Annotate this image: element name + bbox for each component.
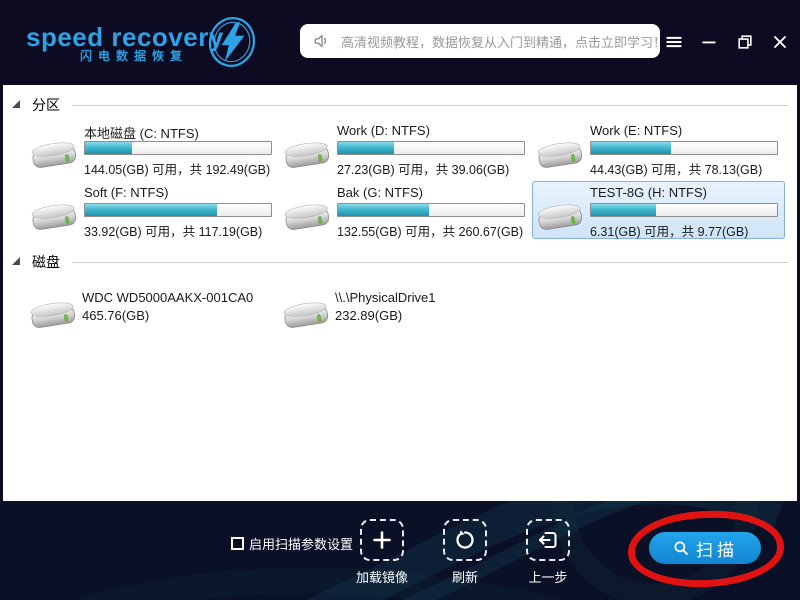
usage-bar-fill <box>85 142 132 154</box>
scan-settings-checkbox[interactable]: 启用扫描参数设置 <box>231 534 353 553</box>
partition-name: Bak (G: NTFS) <box>337 185 423 200</box>
hard-drive-icon <box>28 198 80 236</box>
usage-bar-fill <box>591 204 656 216</box>
logo-subtitle: 闪电数据恢复 <box>80 47 188 64</box>
menu-button[interactable] <box>662 30 686 54</box>
usage-bar-fill <box>591 142 671 154</box>
partition-name: Work (D: NTFS) <box>337 123 430 138</box>
back-label: 上一步 <box>516 567 580 586</box>
scan-button-label: 扫描 <box>696 536 738 561</box>
partition-name: 本地磁盘 (C: NTFS) <box>84 123 199 142</box>
hard-drive-icon <box>280 296 332 334</box>
disks-section-title: 磁盘 <box>32 252 60 272</box>
hard-drive-icon <box>27 296 79 334</box>
hard-drive-icon <box>281 136 333 174</box>
speaker-icon <box>312 31 332 51</box>
disk-name: \\.\PhysicalDrive1 <box>335 290 435 305</box>
minimize-icon <box>699 32 719 52</box>
disk-size: 232.89(GB) <box>335 308 402 323</box>
partition-item-c[interactable]: 本地磁盘 (C: NTFS) 144.05(GB) 可用，共 192.49(GB… <box>26 119 279 177</box>
partition-usage-bar <box>337 203 525 217</box>
partition-item-e[interactable]: Work (E: NTFS) 44.43(GB) 可用，共 78.13(GB) <box>532 119 785 177</box>
partition-info: 44.43(GB) 可用，共 78.13(GB) <box>590 159 762 178</box>
refresh-button[interactable]: 刷新 <box>433 519 497 586</box>
disk-item-0[interactable]: WDC WD5000AAKX-001CA0 465.76(GB) <box>26 286 279 334</box>
partition-info: 33.92(GB) 可用，共 117.19(GB) <box>84 221 262 240</box>
promo-banner-text: 高清视频教程，数据恢复从入门到精通，点击立即学习！ <box>341 32 666 51</box>
close-icon <box>770 32 790 52</box>
minimize-button[interactable] <box>697 30 721 54</box>
plus-icon <box>360 519 404 561</box>
partition-usage-bar <box>84 141 272 155</box>
hamburger-icon <box>664 32 684 52</box>
back-button[interactable]: 上一步 <box>516 519 580 586</box>
restore-button[interactable] <box>733 30 757 54</box>
partition-info: 6.31(GB) 可用，共 9.77(GB) <box>590 221 748 240</box>
partition-name: Soft (F: NTFS) <box>84 185 169 200</box>
hard-drive-icon <box>534 136 586 174</box>
scan-settings-label: 启用扫描参数设置 <box>249 534 353 553</box>
refresh-icon <box>443 519 487 561</box>
app-window: speed recovery 闪电数据恢复 高清视频教程，数据恢复从入门到精通，… <box>0 0 800 600</box>
load-image-label: 加载镜像 <box>350 567 414 586</box>
partition-info: 144.05(GB) 可用，共 192.49(GB) <box>84 159 270 178</box>
partition-item-g[interactable]: Bak (G: NTFS) 132.55(GB) 可用，共 260.67(GB) <box>279 181 532 239</box>
hard-drive-icon <box>28 136 80 174</box>
partition-usage-bar <box>84 203 272 217</box>
back-arrow-icon <box>526 519 570 561</box>
partition-item-h-selected[interactable]: TEST-8G (H: NTFS) 6.31(GB) 可用，共 9.77(GB) <box>532 181 785 239</box>
partitions-section-title: 分区 <box>32 95 60 115</box>
refresh-label: 刷新 <box>433 567 497 586</box>
partition-info: 132.55(GB) 可用，共 260.67(GB) <box>337 221 523 240</box>
partitions-section-header: 分区 <box>12 95 788 115</box>
section-divider <box>72 105 788 106</box>
expander-triangle-icon[interactable] <box>12 100 20 108</box>
hard-drive-icon <box>281 198 333 236</box>
partition-item-d[interactable]: Work (D: NTFS) 27.23(GB) 可用，共 39.06(GB) <box>279 119 532 177</box>
partition-name: Work (E: NTFS) <box>590 123 682 138</box>
hard-drive-icon <box>534 198 586 236</box>
section-divider <box>72 262 788 263</box>
usage-bar-fill <box>338 142 394 154</box>
usage-bar-fill <box>338 204 429 216</box>
disk-name: WDC WD5000AAKX-001CA0 <box>82 290 253 305</box>
restore-icon <box>735 32 755 52</box>
magnifier-icon <box>672 539 690 557</box>
expander-triangle-icon[interactable] <box>12 257 20 265</box>
scan-button[interactable]: 扫描 <box>649 532 761 564</box>
window-controls <box>662 30 792 54</box>
disks-section-header: 磁盘 <box>12 252 788 272</box>
usage-bar-fill <box>85 204 217 216</box>
partition-usage-bar <box>590 141 778 155</box>
lightning-bolt-icon <box>206 16 258 68</box>
partition-usage-bar <box>590 203 778 217</box>
load-image-button[interactable]: 加载镜像 <box>350 519 414 586</box>
partition-info: 27.23(GB) 可用，共 39.06(GB) <box>337 159 509 178</box>
partition-item-f[interactable]: Soft (F: NTFS) 33.92(GB) 可用，共 117.19(GB) <box>26 181 279 239</box>
partition-name: TEST-8G (H: NTFS) <box>590 185 707 200</box>
promo-banner[interactable]: 高清视频教程，数据恢复从入门到精通，点击立即学习！ <box>300 24 660 58</box>
close-button[interactable] <box>768 30 792 54</box>
disk-item-1[interactable]: \\.\PhysicalDrive1 232.89(GB) <box>279 286 532 334</box>
checkbox-icon[interactable] <box>231 537 244 550</box>
disk-size: 465.76(GB) <box>82 308 149 323</box>
partition-usage-bar <box>337 141 525 155</box>
